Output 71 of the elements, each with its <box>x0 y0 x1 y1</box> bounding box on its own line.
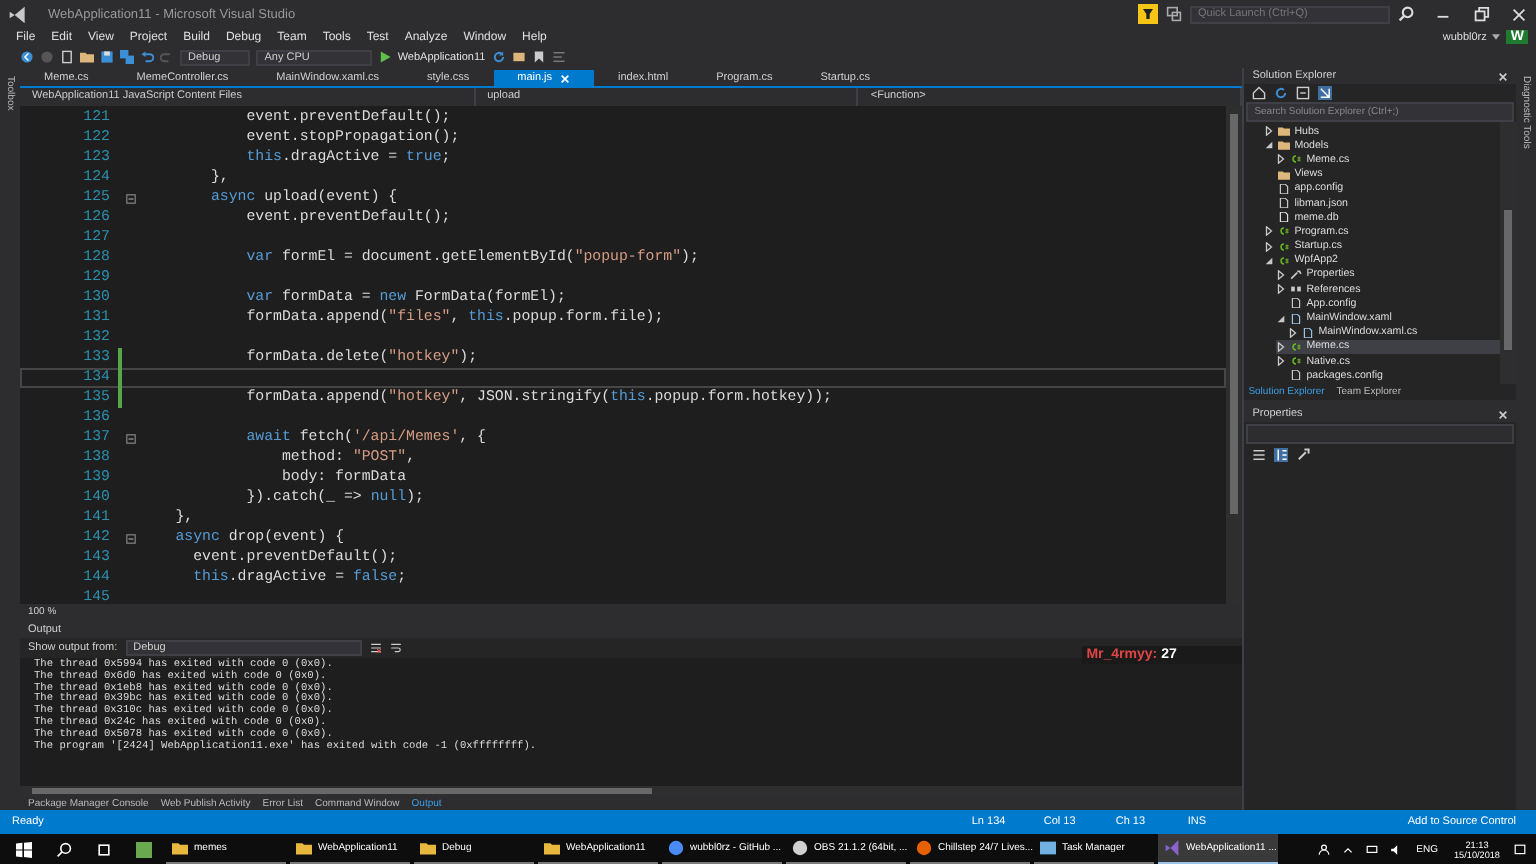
save-icon[interactable] <box>100 50 114 64</box>
collapse-icon[interactable] <box>125 193 136 203</box>
code-file-icon <box>1290 356 1303 367</box>
expanded-arrow-icon[interactable] <box>1264 255 1275 266</box>
feedback-icon[interactable] <box>1166 6 1182 22</box>
close-icon[interactable] <box>1510 5 1528 23</box>
new-item-icon[interactable] <box>60 50 74 64</box>
bookmark-icon[interactable] <box>531 50 546 64</box>
close-icon[interactable] <box>1498 409 1509 419</box>
task-view-icon[interactable] <box>96 841 112 857</box>
app-icon[interactable] <box>136 841 152 857</box>
file-icon <box>1290 370 1303 381</box>
search-icon[interactable] <box>56 841 72 857</box>
code-file-icon <box>1278 241 1291 252</box>
code-file-icon <box>1278 226 1291 237</box>
comment-icon[interactable] <box>551 50 566 64</box>
word-wrap-icon[interactable] <box>389 642 402 654</box>
wrench-icon[interactable] <box>1296 448 1311 462</box>
collapsed-arrow-icon[interactable] <box>1264 241 1275 252</box>
code-file-icon <box>1290 154 1303 165</box>
references-icon <box>1290 284 1303 295</box>
refresh-icon[interactable] <box>491 50 506 64</box>
code-file-icon <box>1278 255 1291 266</box>
save-all-icon[interactable] <box>120 50 134 64</box>
chevron-up-icon[interactable] <box>1342 843 1355 855</box>
people-icon[interactable] <box>1318 843 1331 855</box>
collapse-icon[interactable] <box>125 533 136 543</box>
filter-icon[interactable] <box>1138 4 1158 24</box>
collapsed-arrow-icon[interactable] <box>1276 356 1287 367</box>
folder-icon <box>544 840 560 856</box>
network-icon[interactable] <box>1366 843 1379 855</box>
folder-icon <box>296 840 312 856</box>
app-icon <box>792 840 808 856</box>
app-icon <box>1040 840 1056 856</box>
restore-icon[interactable] <box>1472 5 1490 23</box>
notifications-icon[interactable] <box>1514 843 1526 855</box>
app-icon <box>916 840 932 856</box>
collapse-all-icon[interactable] <box>1296 86 1311 100</box>
speaker-icon[interactable] <box>1390 843 1403 855</box>
folder-icon <box>420 840 436 856</box>
collapsed-arrow-icon[interactable] <box>1264 126 1275 137</box>
collapsed-arrow-icon[interactable] <box>1264 226 1275 237</box>
home-icon[interactable] <box>1252 86 1267 100</box>
folder-icon <box>172 840 188 856</box>
play-icon[interactable] <box>377 50 392 64</box>
caret-icon[interactable] <box>1492 34 1501 40</box>
code-editor[interactable] <box>19 106 1243 604</box>
collapsed-arrow-icon[interactable] <box>1276 284 1287 295</box>
categorized-icon[interactable] <box>1252 448 1267 462</box>
search-icon[interactable] <box>1398 6 1414 22</box>
app-icon <box>668 840 684 856</box>
expanded-arrow-icon[interactable] <box>1264 140 1275 151</box>
collapsed-arrow-icon[interactable] <box>1276 154 1287 165</box>
folder-icon <box>1278 169 1291 180</box>
app-icon <box>1164 840 1180 856</box>
collapsed-arrow-icon[interactable] <box>1276 269 1287 280</box>
undo-icon[interactable] <box>140 50 154 64</box>
expanded-arrow-icon[interactable] <box>1276 313 1287 324</box>
collapsed-arrow-icon[interactable] <box>1288 327 1299 338</box>
close-icon[interactable] <box>1498 71 1509 81</box>
open-folder-icon[interactable] <box>80 50 94 64</box>
windows-start-icon[interactable] <box>16 841 32 857</box>
wrench-icon <box>1290 269 1303 280</box>
sort-icon[interactable] <box>1274 448 1289 462</box>
collapsed-arrow-icon[interactable] <box>1276 341 1287 352</box>
collapse-icon[interactable] <box>125 433 136 443</box>
refresh-icon[interactable] <box>1274 86 1289 100</box>
sync-icon[interactable] <box>1318 86 1333 100</box>
back-icon[interactable] <box>20 50 34 64</box>
clear-all-icon[interactable] <box>369 642 382 654</box>
code-file-icon <box>1290 341 1303 352</box>
